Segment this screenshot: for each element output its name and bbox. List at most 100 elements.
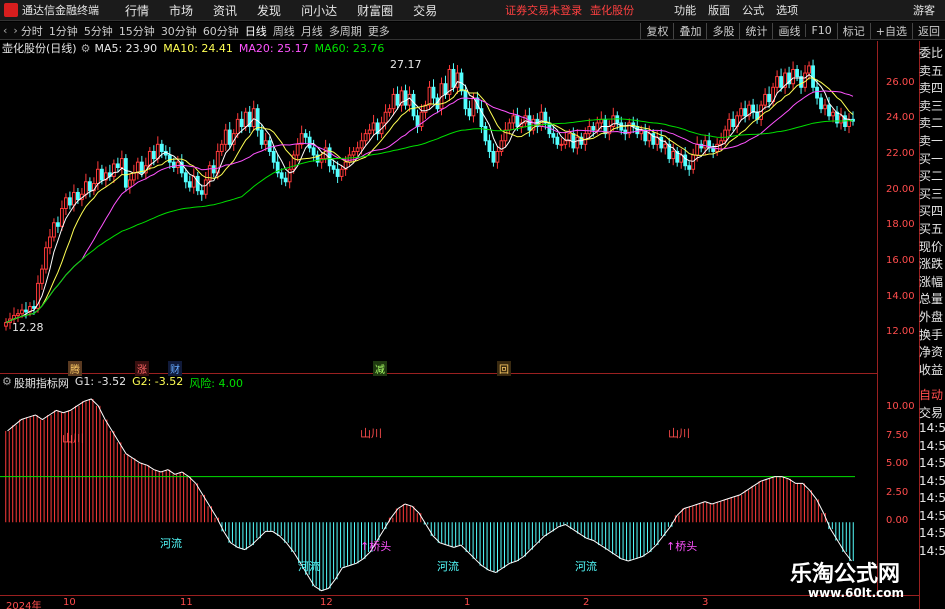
trade-time-label: 14:54 (919, 456, 945, 470)
candle-body (383, 111, 388, 124)
candle-body (575, 136, 580, 149)
chart-canvas[interactable] (0, 0, 877, 595)
candle-body (239, 118, 244, 128)
candle-body (563, 140, 568, 145)
candle-body (427, 86, 432, 106)
event-tag-teng[interactable]: 腾 (68, 361, 82, 376)
candle-body (311, 147, 316, 156)
candle-body (403, 90, 408, 106)
watermark-title: 乐淘公式网 (790, 562, 901, 587)
candle-body (695, 143, 700, 156)
candle-body (20, 309, 24, 315)
candle-body (279, 172, 284, 179)
guest-label[interactable]: 游客 (913, 2, 935, 18)
trade-time-label: 14:56 (919, 543, 945, 558)
candle-body (331, 165, 336, 170)
indicator-tick-label: 2.50 (886, 486, 909, 498)
candle-body (68, 197, 72, 206)
trade-time-label: 交易 (919, 405, 944, 420)
candle-body (715, 143, 720, 152)
candle-body (159, 143, 164, 152)
candle-body (251, 108, 256, 128)
candle-body (595, 122, 600, 131)
candle-body (147, 150, 152, 167)
candle-body (259, 129, 264, 145)
trade-time-label: 14:55 (919, 491, 945, 505)
candle-body (339, 168, 344, 177)
candle-body (663, 143, 668, 149)
candle-body (467, 108, 472, 117)
heliu-label-3: 河流 (437, 560, 459, 573)
price-tick-label: 22.00 (886, 148, 915, 160)
candle-body (40, 268, 44, 284)
quote-field-label: 买四 (919, 204, 944, 219)
candle-body (303, 133, 308, 138)
candle-body (551, 133, 556, 138)
candle-body (135, 161, 140, 174)
candle-body (455, 72, 460, 88)
candle-body (183, 172, 188, 183)
shanchuan-label-2: 山川 (360, 427, 382, 440)
candle-body (723, 129, 728, 142)
event-tag-jian[interactable]: 减 (373, 361, 387, 376)
qiaotou-label-2: ↑桥头 (666, 540, 698, 553)
candle-body (431, 86, 436, 99)
quote-field-label: 买五 (919, 222, 944, 236)
price-tick-label: 12.00 (886, 326, 915, 338)
event-tag-zhang[interactable]: 涨 (135, 361, 149, 376)
candle-body (167, 154, 172, 163)
quote-field-label: 换手 (919, 327, 944, 342)
event-tag-cai[interactable]: 财 (168, 361, 182, 376)
candle-body (4, 322, 8, 327)
candle-body (64, 197, 68, 209)
candle-body (115, 163, 120, 169)
heliu-label-4: 河流 (575, 560, 597, 573)
watermark-url: www.60lt.com (808, 586, 905, 600)
event-tag-hui[interactable]: 回 (497, 361, 511, 376)
candle-body (24, 309, 28, 313)
price-tick-label: 18.00 (886, 219, 915, 231)
candle-body (775, 76, 779, 88)
candle-body (52, 222, 56, 238)
candle-body (119, 158, 124, 169)
trade-time-label: 14:55 (919, 473, 945, 488)
quote-field-label: 涨跌 (919, 257, 944, 272)
quote-field-label: 买三 (919, 186, 944, 201)
candle-body (283, 177, 288, 183)
shanchuan-label-3: 山川 (668, 427, 690, 440)
candle-body (223, 129, 228, 145)
ma5-line (5, 73, 854, 324)
heliu-label-2: 河流 (298, 560, 320, 573)
quote-field-label: 收益 (919, 362, 944, 377)
candle-body (691, 154, 696, 170)
candle-body (463, 90, 468, 110)
candle-body (791, 68, 795, 85)
indicator-line (7, 398, 852, 592)
trade-time-label: 14:56 (919, 526, 945, 540)
back-button[interactable]: 返回 (912, 22, 945, 39)
candle-body (363, 133, 368, 142)
x-label-jan: 1 (464, 597, 471, 608)
quote-field-label: 买一 (919, 151, 944, 166)
x-label-mar: 3 (702, 597, 709, 608)
candle-body (679, 154, 684, 163)
moving-average-lines (5, 73, 854, 324)
candle-body (155, 143, 160, 160)
candle-body (591, 126, 596, 131)
candle-body (683, 154, 688, 167)
x-label-feb: 2 (583, 597, 590, 608)
high-price-label: 27.17 (390, 58, 422, 71)
indicator-tick-label: 5.00 (886, 458, 909, 470)
qiaotou-label-1: ↑桥头 (360, 540, 392, 553)
candle-body (647, 133, 652, 142)
candle-body (48, 236, 52, 249)
candle-body (199, 190, 204, 195)
candle-body (767, 93, 771, 103)
candle-body (599, 118, 604, 124)
quote-field-label: 卖一 (919, 134, 944, 148)
candle-body (471, 97, 476, 117)
candle-body (111, 163, 116, 177)
candle-body (827, 104, 831, 117)
candle-body (271, 150, 276, 163)
candle-body (203, 179, 208, 195)
